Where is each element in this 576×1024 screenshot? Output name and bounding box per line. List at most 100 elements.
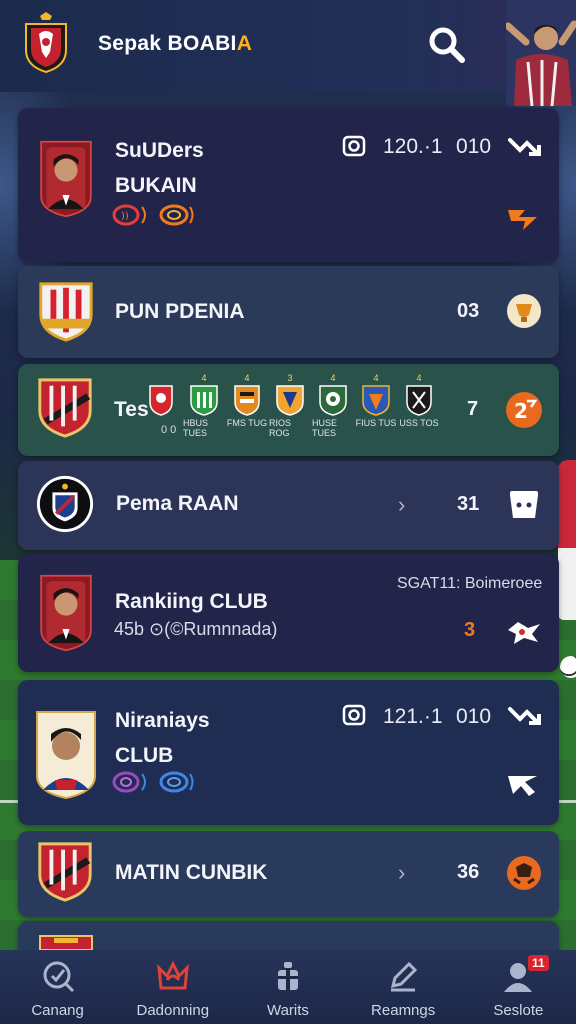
chip-icon (159, 771, 194, 793)
player-avatar (40, 140, 92, 218)
nav-item-dadonning[interactable]: Dadonning (115, 950, 230, 1024)
mini-badge-tag: 4 (373, 373, 379, 383)
nav-label: Reamngs (371, 1002, 436, 1019)
ball-icon[interactable] (506, 855, 542, 891)
bucket-icon[interactable] (507, 487, 541, 521)
trend-down-icon[interactable] (507, 703, 541, 729)
player-name: Niraniays (115, 709, 210, 732)
player-club: BUKAIN (115, 174, 197, 197)
club-value: 31 (457, 493, 480, 515)
svg-text:)): )) (121, 211, 129, 222)
bottom-navigation: Canang Dadonning Warits Reamngs Seslote (0, 950, 576, 1024)
pencil-icon (391, 961, 418, 992)
mini-crest-icon (319, 385, 347, 416)
ranking-card[interactable] (18, 554, 559, 672)
mini-badge[interactable]: 4 USS TOS (398, 372, 440, 438)
player-name: SuUDers (115, 139, 204, 162)
mini-crest-icon (276, 385, 304, 416)
nav-label: Canang (31, 1002, 84, 1019)
mini-crest-icon (234, 385, 260, 416)
app-title-accent: A (236, 32, 253, 55)
nav-label: Seslote (493, 1002, 544, 1019)
chip-icon: )) (112, 204, 146, 226)
mini-badge-tag: 4 (244, 373, 250, 383)
club-crest-icon (36, 475, 94, 533)
mini-crest-icon (406, 385, 432, 416)
search-icon[interactable] (426, 24, 466, 64)
player-avatar (36, 711, 96, 800)
team-value: 7 (467, 398, 479, 420)
ranking-title: Rankiing CLUB (115, 590, 268, 613)
ranking-meta: SGAT11: Boimeroee (397, 575, 543, 592)
search-icon (43, 961, 74, 993)
nav-item-warits[interactable]: Warits (230, 950, 345, 1024)
nav-item-reamngs[interactable]: Reamngs (346, 950, 461, 1024)
gift-icon (277, 962, 298, 990)
mini-badge[interactable]: 4 HUSE TUES (312, 372, 354, 438)
score-icon[interactable]: 2 (505, 391, 543, 429)
nav-item-seslote[interactable]: Seslote (461, 950, 576, 1024)
football-icon (560, 656, 576, 678)
mini-badge-tag: 4 (330, 373, 336, 383)
nav-label: Dadonning (136, 1002, 210, 1019)
mini-badge-label: RIOS ROG (269, 418, 292, 438)
mini-badge[interactable]: 4 FIUS TUS (355, 372, 397, 438)
mini-crest-icon (149, 385, 173, 416)
mini-badge-label: HUSE TUES (312, 418, 338, 438)
player-stat: 121.·1 (383, 705, 443, 728)
app-title-main: Sepak BOABI (98, 32, 237, 55)
club-crest-icon (39, 282, 93, 342)
nav-label: Warits (266, 1002, 309, 1019)
club-crest-icon (38, 378, 92, 438)
player-card[interactable] (18, 680, 559, 825)
mini-badge[interactable]: 4 HBUS TUES (183, 372, 225, 438)
mini-crest-icon (190, 385, 218, 416)
player-stat-secondary: 010 (456, 705, 492, 728)
club-badges: 4 HBUS TUES 4 FMS TUG 3 RIOS ROG 4 HUSE … (140, 372, 441, 438)
player-stat: 120.·1 (383, 135, 443, 158)
mini-badge[interactable]: 4 FMS TUG (226, 372, 268, 438)
nav-item-canang[interactable]: Canang (0, 950, 115, 1024)
player-stat-secondary: 010 (456, 135, 492, 158)
mini-badge-tag: 4 (416, 373, 422, 383)
chip-icon (112, 771, 146, 793)
player-card[interactable] (18, 108, 559, 262)
camera-icon[interactable] (342, 134, 366, 158)
app-title: Sepak BOABIA (98, 32, 252, 56)
svg-text:2: 2 (514, 399, 528, 423)
mini-badge[interactable] (140, 372, 182, 438)
background-player (558, 460, 576, 620)
shield-star-icon[interactable] (506, 618, 542, 646)
notification-badge: 11 (528, 955, 549, 971)
mini-badge-label: FMS TUG (226, 418, 268, 428)
mini-badge-tag: 4 (201, 373, 207, 383)
player-avatar (40, 574, 92, 652)
mini-badge-label: USS TOS (399, 418, 439, 428)
app-header: Sepak BOABIA (0, 0, 576, 106)
mini-crest-icon (362, 385, 390, 416)
club-value: 03 (457, 300, 480, 322)
chip-icon (159, 204, 194, 226)
chevron-right-icon[interactable]: › (398, 860, 405, 886)
ranking-sub: 45b ⊙(©Rumnnada) (114, 619, 278, 639)
camera-icon[interactable] (342, 703, 366, 727)
chevron-right-icon[interactable]: › (398, 492, 405, 518)
trend-down-icon[interactable] (507, 134, 541, 160)
ranking-value: 3 (464, 619, 476, 641)
trend-up-icon[interactable] (505, 770, 541, 800)
header-player-image (506, 0, 576, 106)
match-value: 36 (457, 861, 480, 883)
club-name: Pema RAAN (116, 492, 239, 515)
mini-badge-tag: 3 (287, 373, 293, 383)
trophy-icon[interactable] (506, 293, 542, 329)
mini-badge-label: HBUS TUES (183, 418, 209, 438)
mini-badge[interactable]: 3 RIOS ROG (269, 372, 311, 438)
mini-badge-label: FIUS TUS (355, 418, 397, 428)
player-club: CLUB (115, 744, 174, 767)
flame-icon[interactable] (505, 202, 541, 232)
club-crest-icon (39, 935, 93, 950)
club-crest-icon (38, 842, 92, 902)
club-name: PUN PDENIA (115, 300, 245, 323)
match-name: MATIN CUNBIK (115, 861, 268, 884)
club-logo-icon[interactable] (22, 12, 70, 74)
